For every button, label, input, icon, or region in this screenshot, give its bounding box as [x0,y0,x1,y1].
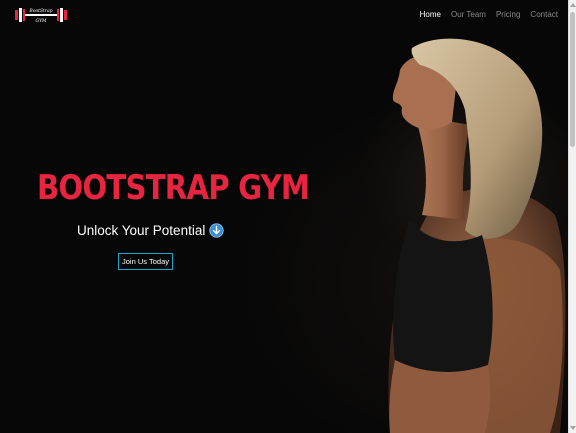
scrollbar-thumb[interactable] [570,12,575,147]
hero-subtitle: Unlock Your Potential [77,223,224,238]
join-us-button[interactable]: Join Us Today [118,253,173,270]
scroll-up-arrow-icon[interactable] [570,3,576,7]
hero-title: BOOTSTRAP GYM [37,168,310,208]
barbell-logo-icon[interactable]: BootStrap GYM [14,5,68,25]
vertical-scrollbar[interactable] [568,0,576,433]
logo-text-top: BootStrap [28,8,52,14]
nav-links: Home Our Team Pricing Contact [420,10,558,19]
navbar: BootStrap GYM Home Our Team Pricing Cont… [0,0,568,30]
nav-link-pricing[interactable]: Pricing [496,10,520,19]
scroll-down-arrow-icon[interactable] [570,426,576,430]
hero-subtitle-text: Unlock Your Potential [77,223,206,238]
nav-link-home[interactable]: Home [420,10,441,19]
nav-link-contact[interactable]: Contact [530,10,558,19]
hero-athlete-image [388,38,566,433]
page: BootStrap GYM Home Our Team Pricing Cont… [0,0,576,433]
nav-link-our-team[interactable]: Our Team [451,10,486,19]
logo-text-bottom: GYM [35,18,46,24]
arrow-down-circle-icon[interactable] [209,223,224,238]
